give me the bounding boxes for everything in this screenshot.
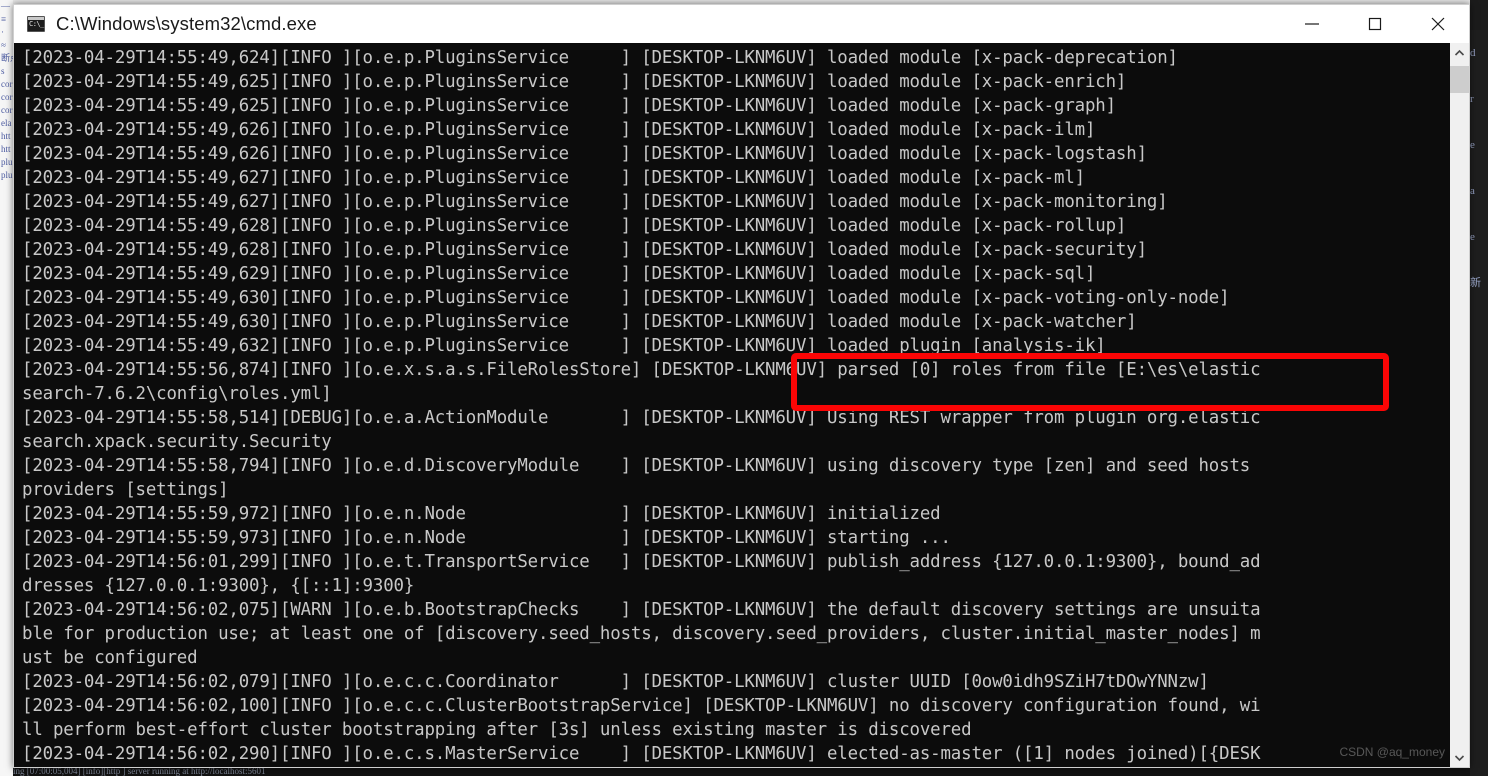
background-text-fragment: ≡ <box>1 14 7 24</box>
console-line: ll perform best-effort cluster bootstrap… <box>22 720 972 740</box>
console-line: [2023-04-29T14:56:02,075][WARN ][o.e.b.B… <box>22 600 1261 620</box>
maximize-icon <box>1368 17 1381 30</box>
scrollbar-down-button[interactable] <box>1450 748 1469 767</box>
console-line: [2023-04-29T14:55:49,625][INFO ][o.e.p.P… <box>22 96 1116 116</box>
background-text-fragment: cor <box>1 105 13 115</box>
console-output-area[interactable]: [2023-04-29T14:55:49,624][INFO ][o.e.p.P… <box>14 43 1469 767</box>
background-text-fragment: r <box>1470 93 1474 105</box>
console-line: providers [settings] <box>22 480 229 500</box>
scrollbar-thumb[interactable] <box>1450 66 1469 93</box>
background-window-left-edge: — ≡ · ≈ 断点 s cor cor cor ela htt htt plu plu <box>0 0 13 776</box>
background-text-fragment: e <box>1470 231 1475 243</box>
console-line: [2023-04-29T14:55:59,973][INFO ][o.e.n.N… <box>22 528 951 548</box>
console-line: search.xpack.security.Security <box>22 432 332 452</box>
console-line: dresses {127.0.0.1:9300}, {[::1]:9300} <box>22 576 415 596</box>
background-text-fragment: s <box>1 66 5 76</box>
background-text-fragment: 新 <box>1470 277 1481 289</box>
console-line: [2023-04-29T14:55:49,629][INFO ][o.e.p.P… <box>22 264 1096 284</box>
background-text-fragment: plu <box>1 157 13 167</box>
console-line: [2023-04-29T14:55:49,626][INFO ][o.e.p.P… <box>22 144 1147 164</box>
background-text-fragment: ≈ <box>1 40 6 50</box>
console-line: [2023-04-29T14:56:02,100][INFO ][o.e.c.c… <box>22 696 1261 716</box>
chevron-up-icon <box>1454 49 1465 56</box>
title-bar[interactable]: C:\Windows\system32\cmd.exe <box>14 5 1469 43</box>
console-line: [2023-04-29T14:55:49,628][INFO ][o.e.p.P… <box>22 240 1147 260</box>
console-line: search-7.6.2\config\roles.yml] <box>22 384 332 404</box>
chevron-down-icon <box>1454 754 1465 761</box>
console-line: [2023-04-29T14:55:58,514][DEBUG][o.e.a.A… <box>22 408 1261 428</box>
background-text-fragment: cor <box>1 79 13 89</box>
background-text-fragment: d <box>1470 47 1476 59</box>
minimize-icon <box>1304 22 1319 25</box>
background-text-fragment: · <box>1 27 4 37</box>
console-line: [2023-04-29T14:56:02,290][INFO ][o.e.c.s… <box>22 744 1261 764</box>
console-scrollbar[interactable] <box>1449 43 1469 767</box>
background-text-fragment: ela <box>1 118 12 128</box>
background-text-fragment: cor <box>1 92 13 102</box>
console-line: ble for production use; at least one of … <box>22 624 1261 644</box>
console-line: ust be configured <box>22 648 198 668</box>
background-text-fragment: htt <box>1 144 11 154</box>
console-line: [2023-04-29T14:55:49,632][INFO ][o.e.p.P… <box>22 336 1106 356</box>
console-line: [2023-04-29T14:55:49,624][INFO ][o.e.p.P… <box>22 48 1178 68</box>
background-text-fragment: — <box>1 1 10 11</box>
minimize-button[interactable] <box>1280 5 1343 42</box>
cmd-window: C:\Windows\system32\cmd.exe [2023-04-29T… <box>13 4 1470 768</box>
console-line: [2023-04-29T14:56:02,079][INFO ][o.e.c.c… <box>22 672 1209 692</box>
background-window-right-edge: d r e a e 新 <box>1470 30 1488 776</box>
window-title: C:\Windows\system32\cmd.exe <box>56 12 317 34</box>
background-text-fragment: htt <box>1 131 11 141</box>
background-text-fragment: e <box>1470 139 1475 151</box>
console-line: [2023-04-29T14:55:59,972][INFO ][o.e.n.N… <box>22 504 941 524</box>
console-line: [2023-04-29T14:55:49,626][INFO ][o.e.p.P… <box>22 120 1096 140</box>
console-line: [2023-04-29T14:55:49,630][INFO ][o.e.p.P… <box>22 312 1137 332</box>
cmd-console-icon <box>27 15 45 32</box>
console-line: [2023-04-29T14:55:58,794][INFO ][o.e.d.D… <box>22 456 1251 476</box>
close-button[interactable] <box>1406 5 1469 42</box>
background-text-fragment: a <box>1470 185 1475 197</box>
console-log-text: [2023-04-29T14:55:49,624][INFO ][o.e.p.P… <box>14 43 1449 767</box>
console-line: [2023-04-29T14:55:56,874][INFO ][o.e.x.s… <box>22 360 1261 380</box>
console-line: [2023-04-29T14:55:49,625][INFO ][o.e.p.P… <box>22 72 1127 92</box>
console-line: [2023-04-29T14:56:01,299][INFO ][o.e.t.T… <box>22 552 1261 572</box>
console-line: [2023-04-29T14:55:49,627][INFO ][o.e.p.P… <box>22 168 1085 188</box>
background-text-fragment: 断点 <box>1 53 13 63</box>
maximize-button[interactable] <box>1343 5 1406 42</box>
console-line: [2023-04-29T14:55:49,627][INFO ][o.e.p.P… <box>22 192 1168 212</box>
background-text-fragment: plu <box>1 170 13 180</box>
close-icon <box>1431 17 1444 30</box>
scrollbar-up-button[interactable] <box>1450 43 1469 62</box>
console-line: [2023-04-29T14:55:49,630][INFO ][o.e.p.P… <box>22 288 1230 308</box>
console-line: [2023-04-29T14:55:49,628][INFO ][o.e.p.P… <box>22 216 1127 236</box>
